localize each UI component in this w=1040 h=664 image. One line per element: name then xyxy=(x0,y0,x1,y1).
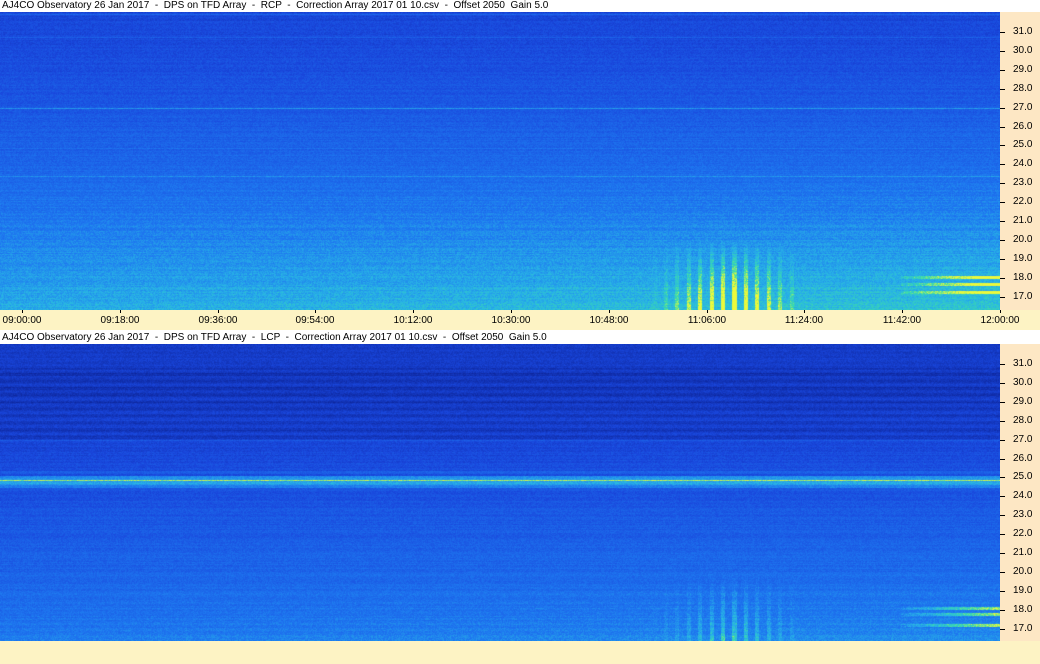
x-tick-mark xyxy=(804,310,805,313)
y-tick-label: 29.0 xyxy=(1013,63,1033,75)
x-tick-label: 09:00:00 xyxy=(2,315,42,326)
x-tick-label: 10:30:00 xyxy=(491,315,531,326)
y-tick-mark xyxy=(1000,239,1005,241)
y-tick-label: 19.0 xyxy=(1013,252,1033,264)
y-tick-mark xyxy=(1000,590,1005,592)
x-tick-mark xyxy=(120,310,121,313)
y-tick-label: 24.0 xyxy=(1013,158,1033,170)
spectrogram-canvas-lcp xyxy=(0,344,1000,641)
y-tick-label: 27.0 xyxy=(1013,101,1033,113)
y-tick-label: 20.0 xyxy=(1013,565,1033,577)
x-tick-label: 12:00:00 xyxy=(980,315,1020,326)
x-tick-mark xyxy=(902,310,903,313)
y-tick-mark xyxy=(1000,609,1005,611)
y-tick-mark xyxy=(1000,496,1005,498)
y-tick-mark xyxy=(1000,258,1005,260)
y-tick-mark xyxy=(1000,420,1005,422)
y-tick-mark xyxy=(1000,628,1005,630)
y-tick-label: 22.0 xyxy=(1013,196,1033,208)
y-tick-mark xyxy=(1000,88,1005,90)
y-tick-mark xyxy=(1000,107,1005,109)
y-tick-mark xyxy=(1000,32,1005,33)
y-tick-label: 28.0 xyxy=(1013,414,1033,426)
frequency-axis-rcp: 31.0 30.0 29.0 28.0 27.0 26.0 25.0 24.0 23.0 22.0… xyxy=(1000,12,1040,310)
spectrogram-rcp[interactable] xyxy=(0,12,1000,310)
x-tick-mark xyxy=(1000,310,1001,313)
x-tick-mark xyxy=(707,310,708,313)
y-tick-label: 17.0 xyxy=(1013,290,1033,302)
y-tick-mark xyxy=(1000,571,1005,573)
x-tick-mark xyxy=(511,310,512,313)
panel-title-lcp: AJ4CO Observatory 26 Jan 2017 - DPS on T… xyxy=(0,332,1040,344)
x-tick-mark xyxy=(315,310,316,313)
time-axis-rcp: 09:00:00 09:18:00 09:36:00 09:54:00 10:12:00… xyxy=(0,310,1040,330)
y-tick-mark xyxy=(1000,221,1005,222)
y-tick-mark xyxy=(1000,364,1005,365)
y-tick-mark xyxy=(1000,515,1005,517)
y-tick-label: 22.0 xyxy=(1013,528,1033,540)
y-tick-mark xyxy=(1000,164,1005,166)
y-tick-mark xyxy=(1000,69,1005,71)
y-tick-label: 31.0 xyxy=(1013,358,1033,369)
x-tick-label: 11:24:00 xyxy=(784,315,824,326)
y-tick-label: 24.0 xyxy=(1013,490,1033,502)
spectrogram-lcp[interactable] xyxy=(0,344,1000,641)
x-tick-label: 09:18:00 xyxy=(100,315,140,326)
frequency-axis-lcp: 31.0 30.0 29.0 28.0 27.0 26.0 25.0 24.0 23.0 22.0… xyxy=(1000,344,1040,641)
y-tick-label: 23.0 xyxy=(1013,177,1033,189)
x-tick-mark xyxy=(413,310,414,313)
y-tick-label: 23.0 xyxy=(1013,509,1033,521)
y-tick-label: 21.0 xyxy=(1013,547,1033,558)
y-tick-mark xyxy=(1000,183,1005,185)
y-tick-label: 30.0 xyxy=(1013,376,1033,388)
y-tick-mark xyxy=(1000,477,1005,479)
y-tick-mark xyxy=(1000,553,1005,554)
y-tick-mark xyxy=(1000,277,1005,279)
y-tick-label: 17.0 xyxy=(1013,622,1033,634)
y-tick-mark xyxy=(1000,401,1005,403)
y-tick-label: 30.0 xyxy=(1013,44,1033,56)
y-tick-mark xyxy=(1000,296,1005,298)
y-tick-label: 26.0 xyxy=(1013,452,1033,464)
x-tick-label: 11:42:00 xyxy=(882,315,922,326)
y-tick-label: 31.0 xyxy=(1013,26,1033,37)
y-tick-label: 25.0 xyxy=(1013,471,1033,483)
y-tick-label: 28.0 xyxy=(1013,82,1033,94)
y-tick-label: 21.0 xyxy=(1013,215,1033,226)
y-tick-mark xyxy=(1000,534,1005,536)
x-tick-label: 11:06:00 xyxy=(687,315,727,326)
y-tick-label: 27.0 xyxy=(1013,433,1033,445)
y-tick-mark xyxy=(1000,145,1005,147)
y-tick-label: 20.0 xyxy=(1013,233,1033,245)
y-tick-label: 25.0 xyxy=(1013,139,1033,151)
y-tick-mark xyxy=(1000,50,1005,52)
spectrogram-canvas-rcp xyxy=(0,12,1000,310)
y-tick-label: 29.0 xyxy=(1013,395,1033,407)
x-tick-mark xyxy=(218,310,219,313)
y-tick-mark xyxy=(1000,126,1005,128)
x-tick-label: 09:54:00 xyxy=(295,315,335,326)
y-tick-mark xyxy=(1000,202,1005,204)
x-tick-mark xyxy=(22,310,23,313)
x-tick-mark xyxy=(609,310,610,313)
y-tick-label: 18.0 xyxy=(1013,271,1033,283)
y-tick-mark xyxy=(1000,458,1005,460)
y-tick-label: 26.0 xyxy=(1013,120,1033,132)
y-tick-label: 18.0 xyxy=(1013,603,1033,615)
y-tick-mark xyxy=(1000,382,1005,384)
y-tick-label: 19.0 xyxy=(1013,584,1033,596)
time-axis-lcp-blank xyxy=(0,641,1040,664)
x-tick-label: 09:36:00 xyxy=(198,315,238,326)
y-tick-mark xyxy=(1000,439,1005,441)
panel-title-rcp: AJ4CO Observatory 26 Jan 2017 - DPS on T… xyxy=(0,0,1040,12)
x-tick-label: 10:12:00 xyxy=(393,315,433,326)
x-tick-label: 10:48:00 xyxy=(589,315,629,326)
